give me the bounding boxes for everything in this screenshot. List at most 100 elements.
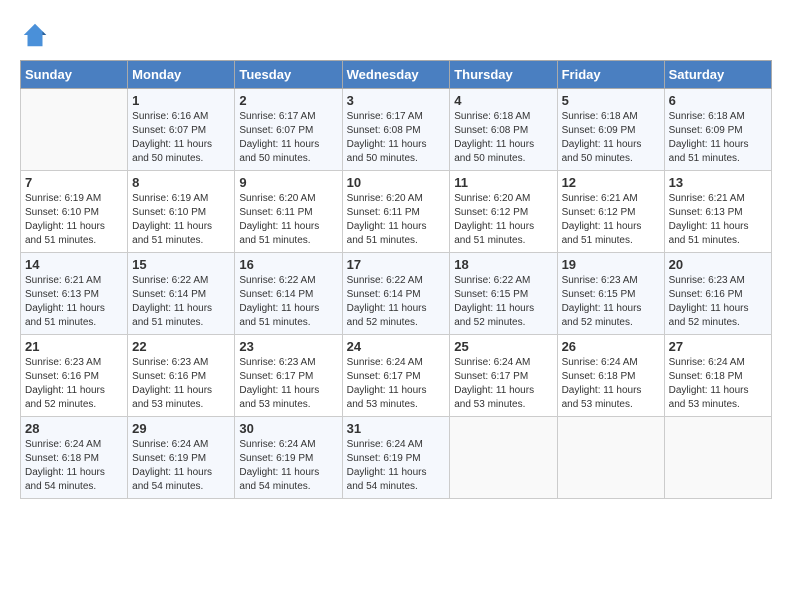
day-info: Sunrise: 6:20 AMSunset: 6:11 PMDaylight:… [239, 192, 337, 248]
day-info: Sunrise: 6:16 AMSunset: 6:07 PMDaylight:… [132, 110, 230, 166]
day-number: 22 [132, 339, 230, 354]
day-number: 31 [347, 421, 446, 436]
calendar-cell: 28 Sunrise: 6:24 AMSunset: 6:18 PMDayligh… [21, 417, 128, 499]
calendar-cell: 25Sunrise: 6:24 AMSunset: 6:17 PMDayligh… [450, 335, 557, 417]
calendar-cell: 29 Sunrise: 6:24 AMSunset: 6:19 PMDayligh… [128, 417, 235, 499]
day-number: 19 [562, 257, 660, 272]
day-info: Sunrise: 6:22 AMSunset: 6:14 PMDaylight:… [347, 274, 446, 330]
day-number: 18 [454, 257, 552, 272]
calendar-cell: 3Sunrise: 6:17 AMSunset: 6:08 PMDaylight… [342, 89, 450, 171]
calendar-cell: 1 Sunrise: 6:16 AMSunset: 6:07 PMDaylight… [128, 89, 235, 171]
day-number: 21 [25, 339, 123, 354]
day-info: Sunrise: 6:24 AMSunset: 6:18 PMDaylight:… [25, 438, 123, 494]
day-info: Sunrise: 6:24 AMSunset: 6:17 PMDaylight:… [347, 356, 446, 412]
header-day: Friday [557, 61, 664, 89]
day-info: Sunrise: 6:20 AMSunset: 6:11 PMDaylight:… [347, 192, 446, 248]
calendar-cell [557, 417, 664, 499]
calendar-cell: 31 Sunrise: 6:24 AMSunset: 6:19 PMDayligh… [342, 417, 450, 499]
calendar-cell [21, 89, 128, 171]
calendar-cell: 13 Sunrise: 6:21 AMSunset: 6:13 PMDayligh… [664, 171, 771, 253]
calendar-cell: 11 Sunrise: 6:20 AMSunset: 6:12 PMDayligh… [450, 171, 557, 253]
day-number: 30 [239, 421, 337, 436]
calendar-cell: 21 Sunrise: 6:23 AMSunset: 6:16 PMDayligh… [21, 335, 128, 417]
day-info: Sunrise: 6:18 AMSunset: 6:09 PMDaylight:… [669, 110, 767, 166]
calendar-week-row: 21 Sunrise: 6:23 AMSunset: 6:16 PMDayligh… [21, 335, 772, 417]
day-number: 28 [25, 421, 123, 436]
calendar-cell: 10 Sunrise: 6:20 AMSunset: 6:11 PMDayligh… [342, 171, 450, 253]
calendar-cell: 4 Sunrise: 6:18 AMSunset: 6:08 PMDaylight… [450, 89, 557, 171]
calendar-cell: 7 Sunrise: 6:19 AMSunset: 6:10 PMDaylight… [21, 171, 128, 253]
day-number: 3 [347, 93, 446, 108]
logo [20, 20, 54, 50]
day-number: 15 [132, 257, 230, 272]
day-info: Sunrise: 6:18 AMSunset: 6:09 PMDaylight:… [562, 110, 660, 166]
header-day: Wednesday [342, 61, 450, 89]
day-info: Sunrise: 6:24 AMSunset: 6:19 PMDaylight:… [132, 438, 230, 494]
day-info: Sunrise: 6:23 AMSunset: 6:15 PMDaylight:… [562, 274, 660, 330]
day-number: 10 [347, 175, 446, 190]
day-number: 8 [132, 175, 230, 190]
day-number: 5 [562, 93, 660, 108]
day-info: Sunrise: 6:21 AMSunset: 6:13 PMDaylight:… [25, 274, 123, 330]
calendar-cell: 19 Sunrise: 6:23 AMSunset: 6:15 PMDayligh… [557, 253, 664, 335]
calendar-cell: 15 Sunrise: 6:22 AMSunset: 6:14 PMDayligh… [128, 253, 235, 335]
day-number: 9 [239, 175, 337, 190]
calendar-cell: 27Sunrise: 6:24 AMSunset: 6:18 PMDayligh… [664, 335, 771, 417]
day-number: 7 [25, 175, 123, 190]
calendar-cell: 12 Sunrise: 6:21 AMSunset: 6:12 PMDayligh… [557, 171, 664, 253]
day-info: Sunrise: 6:23 AMSunset: 6:16 PMDaylight:… [25, 356, 123, 412]
day-info: Sunrise: 6:24 AMSunset: 6:19 PMDaylight:… [239, 438, 337, 494]
calendar-cell [664, 417, 771, 499]
header-day: Monday [128, 61, 235, 89]
header-day: Saturday [664, 61, 771, 89]
day-info: Sunrise: 6:24 AMSunset: 6:19 PMDaylight:… [347, 438, 446, 494]
day-info: Sunrise: 6:21 AMSunset: 6:13 PMDaylight:… [669, 192, 767, 248]
calendar-cell: 17Sunrise: 6:22 AMSunset: 6:14 PMDayligh… [342, 253, 450, 335]
calendar-week-row: 1 Sunrise: 6:16 AMSunset: 6:07 PMDaylight… [21, 89, 772, 171]
calendar-cell: 5 Sunrise: 6:18 AMSunset: 6:09 PMDaylight… [557, 89, 664, 171]
calendar-cell: 6 Sunrise: 6:18 AMSunset: 6:09 PMDaylight… [664, 89, 771, 171]
day-number: 11 [454, 175, 552, 190]
day-number: 4 [454, 93, 552, 108]
day-info: Sunrise: 6:19 AMSunset: 6:10 PMDaylight:… [25, 192, 123, 248]
day-info: Sunrise: 6:17 AMSunset: 6:07 PMDaylight:… [239, 110, 337, 166]
calendar-cell: 30 Sunrise: 6:24 AMSunset: 6:19 PMDayligh… [235, 417, 342, 499]
calendar-cell [450, 417, 557, 499]
day-info: Sunrise: 6:23 AMSunset: 6:16 PMDaylight:… [669, 274, 767, 330]
day-info: Sunrise: 6:22 AMSunset: 6:15 PMDaylight:… [454, 274, 552, 330]
calendar-cell: 20Sunrise: 6:23 AMSunset: 6:16 PMDayligh… [664, 253, 771, 335]
day-info: Sunrise: 6:22 AMSunset: 6:14 PMDaylight:… [239, 274, 337, 330]
day-number: 29 [132, 421, 230, 436]
header-day: Sunday [21, 61, 128, 89]
calendar-week-row: 14Sunrise: 6:21 AMSunset: 6:13 PMDayligh… [21, 253, 772, 335]
calendar-cell: 22 Sunrise: 6:23 AMSunset: 6:16 PMDayligh… [128, 335, 235, 417]
day-number: 13 [669, 175, 767, 190]
day-number: 24 [347, 339, 446, 354]
day-info: Sunrise: 6:20 AMSunset: 6:12 PMDaylight:… [454, 192, 552, 248]
day-info: Sunrise: 6:24 AMSunset: 6:18 PMDaylight:… [669, 356, 767, 412]
header-day: Tuesday [235, 61, 342, 89]
day-info: Sunrise: 6:24 AMSunset: 6:17 PMDaylight:… [454, 356, 552, 412]
day-info: Sunrise: 6:23 AMSunset: 6:16 PMDaylight:… [132, 356, 230, 412]
day-info: Sunrise: 6:23 AMSunset: 6:17 PMDaylight:… [239, 356, 337, 412]
header-row: SundayMondayTuesdayWednesdayThursdayFrid… [21, 61, 772, 89]
day-info: Sunrise: 6:18 AMSunset: 6:08 PMDaylight:… [454, 110, 552, 166]
day-number: 12 [562, 175, 660, 190]
logo-icon [20, 20, 50, 50]
calendar-cell: 24 Sunrise: 6:24 AMSunset: 6:17 PMDayligh… [342, 335, 450, 417]
day-info: Sunrise: 6:19 AMSunset: 6:10 PMDaylight:… [132, 192, 230, 248]
calendar-cell: 26 Sunrise: 6:24 AMSunset: 6:18 PMDayligh… [557, 335, 664, 417]
header-day: Thursday [450, 61, 557, 89]
calendar-cell: 8 Sunrise: 6:19 AMSunset: 6:10 PMDaylight… [128, 171, 235, 253]
day-number: 16 [239, 257, 337, 272]
day-number: 1 [132, 93, 230, 108]
calendar-cell: 2Sunrise: 6:17 AMSunset: 6:07 PMDaylight… [235, 89, 342, 171]
calendar-cell: 9 Sunrise: 6:20 AMSunset: 6:11 PMDaylight… [235, 171, 342, 253]
day-info: Sunrise: 6:24 AMSunset: 6:18 PMDaylight:… [562, 356, 660, 412]
calendar-cell: 18 Sunrise: 6:22 AMSunset: 6:15 PMDayligh… [450, 253, 557, 335]
day-info: Sunrise: 6:22 AMSunset: 6:14 PMDaylight:… [132, 274, 230, 330]
day-number: 26 [562, 339, 660, 354]
day-info: Sunrise: 6:21 AMSunset: 6:12 PMDaylight:… [562, 192, 660, 248]
day-number: 6 [669, 93, 767, 108]
calendar-week-row: 28 Sunrise: 6:24 AMSunset: 6:18 PMDayligh… [21, 417, 772, 499]
